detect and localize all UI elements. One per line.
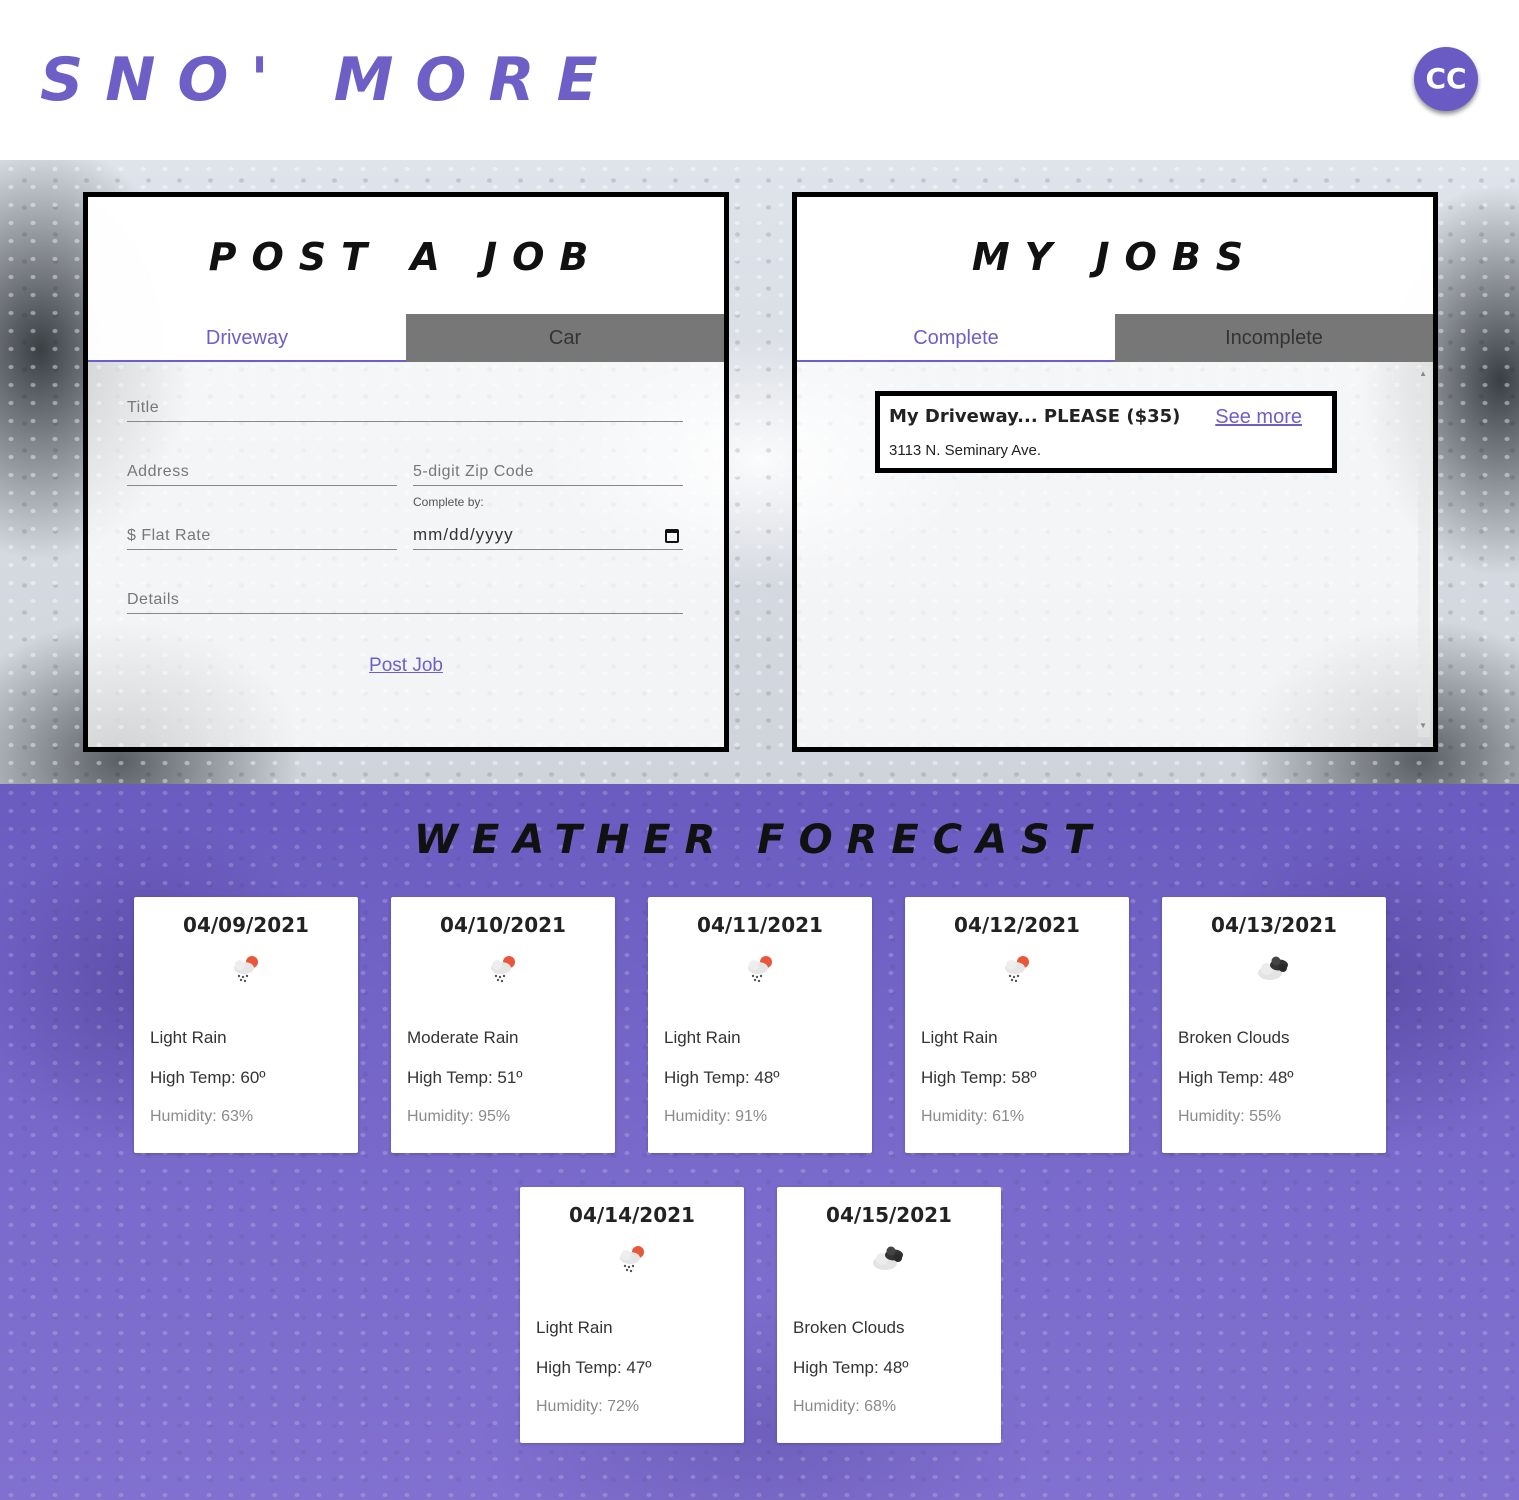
forecast-high-temp: High Temp: 51º	[407, 1068, 523, 1087]
hero-section: POST A JOB Driveway Car Title Address 5-…	[0, 160, 1519, 784]
site-header: SNO' MORE CC	[0, 0, 1519, 160]
forecast-description: Light Rain	[536, 1318, 613, 1337]
post-job-panel: POST A JOB Driveway Car Title Address 5-…	[83, 192, 729, 752]
see-more-link[interactable]: See more	[1215, 406, 1302, 429]
forecast-date: 04/13/2021	[1211, 913, 1337, 937]
forecast-high-temp: High Temp: 60º	[150, 1068, 266, 1087]
forecast-high-temp: High Temp: 48º	[664, 1068, 780, 1087]
forecast-humidity: Humidity: 61%	[921, 1108, 1025, 1125]
post-job-tabs: Driveway Car	[88, 314, 724, 362]
complete-by-date-field[interactable]: Complete by: mm/dd/yyyy	[413, 495, 683, 550]
address-field[interactable]: Address	[127, 455, 397, 486]
forecast-humidity: Humidity: 91%	[664, 1108, 768, 1125]
my-jobs-tabs: Complete Incomplete	[797, 314, 1433, 362]
forecast-card: 04/13/2021 Broken Clouds High Temp: 48º …	[1162, 897, 1386, 1153]
forecast-card: 04/10/2021 Moderate Rain High Temp: 51º …	[391, 897, 615, 1153]
forecast-humidity: Humidity: 95%	[407, 1108, 511, 1125]
flat-rate-placeholder: $ Flat Rate	[127, 527, 211, 544]
forecast-high-temp: High Temp: 58º	[921, 1068, 1037, 1087]
light-rain-icon	[1005, 956, 1029, 983]
light-rain-icon	[491, 956, 515, 983]
job-address: 3113 N. Seminary Ave.	[889, 442, 1042, 459]
scroll-down-arrow-icon[interactable]: ▼	[1419, 721, 1427, 730]
forecast-humidity: Humidity: 68%	[793, 1398, 897, 1415]
forecast-card: 04/11/2021 Light Rain High Temp: 48º Hum…	[648, 897, 872, 1153]
broken-clouds-icon	[873, 1246, 903, 1270]
forecast-description: Light Rain	[150, 1028, 227, 1047]
post-job-title: POST A JOB	[208, 235, 604, 279]
forecast-description: Broken Clouds	[1178, 1028, 1290, 1047]
weather-section: WEATHER FORECAST 04/09/2021 Light Rain H…	[0, 784, 1519, 1500]
forecast-humidity: Humidity: 55%	[1178, 1108, 1282, 1125]
complete-by-value: mm/dd/yyyy	[413, 525, 514, 544]
forecast-description: Light Rain	[664, 1028, 741, 1047]
forecast-date: 04/12/2021	[954, 913, 1080, 937]
weather-title: WEATHER FORECAST	[413, 817, 1106, 863]
title-field[interactable]: Title	[127, 391, 683, 422]
zip-code-field[interactable]: 5-digit Zip Code	[413, 455, 683, 486]
forecast-card: 04/15/2021 Broken Clouds High Temp: 48º …	[777, 1187, 1001, 1443]
forecast-description: Moderate Rain	[407, 1028, 519, 1047]
light-rain-icon	[620, 1246, 644, 1273]
forecast-date: 04/09/2021	[183, 913, 309, 937]
forecast-high-temp: High Temp: 47º	[536, 1358, 652, 1377]
my-jobs-panel: MY JOBS Complete Incomplete ▲ ▼ My Drive…	[792, 192, 1438, 752]
job-title: My Driveway... PLEASE ($35)	[889, 406, 1181, 427]
complete-by-label: Complete by:	[413, 495, 484, 509]
broken-clouds-icon	[1258, 956, 1288, 980]
job-card: My Driveway... PLEASE ($35) See more 311…	[875, 391, 1337, 473]
forecast-humidity: Humidity: 63%	[150, 1108, 254, 1125]
forecast-high-temp: High Temp: 48º	[1178, 1068, 1294, 1087]
forecast-card: 04/14/2021 Light Rain High Temp: 47º Hum…	[520, 1187, 744, 1443]
forecast-humidity: Humidity: 72%	[536, 1398, 640, 1415]
logo[interactable]: SNO' MORE	[40, 42, 620, 118]
tab-car[interactable]: Car	[406, 314, 724, 362]
post-job-button[interactable]: Post Job	[88, 655, 724, 677]
address-placeholder: Address	[127, 463, 190, 480]
forecast-date: 04/10/2021	[440, 913, 566, 937]
forecast-date: 04/14/2021	[569, 1203, 695, 1227]
forecast-card: 04/12/2021 Light Rain High Temp: 58º Hum…	[905, 897, 1129, 1153]
tab-complete[interactable]: Complete	[797, 314, 1115, 362]
title-placeholder: Title	[127, 399, 160, 416]
calendar-icon[interactable]	[665, 529, 679, 543]
forecast-description: Light Rain	[921, 1028, 998, 1047]
light-rain-icon	[748, 956, 772, 983]
zip-code-placeholder: 5-digit Zip Code	[413, 463, 534, 480]
forecast-date: 04/11/2021	[697, 913, 823, 937]
light-rain-icon	[234, 956, 258, 983]
tab-driveway[interactable]: Driveway	[88, 314, 406, 362]
scroll-up-arrow-icon[interactable]: ▲	[1419, 369, 1427, 378]
forecast-card: 04/09/2021 Light Rain High Temp: 60º Hum…	[134, 897, 358, 1153]
my-jobs-title: MY JOBS	[971, 235, 1259, 279]
forecast-date: 04/15/2021	[826, 1203, 952, 1227]
tab-incomplete[interactable]: Incomplete	[1115, 314, 1433, 362]
forecast-description: Broken Clouds	[793, 1318, 905, 1337]
scrollbar[interactable]	[1418, 367, 1430, 737]
flat-rate-field[interactable]: $ Flat Rate	[127, 519, 397, 550]
forecast-high-temp: High Temp: 48º	[793, 1358, 909, 1377]
details-field[interactable]: Details	[127, 583, 683, 614]
avatar[interactable]: CC	[1414, 47, 1478, 111]
details-placeholder: Details	[127, 591, 180, 608]
